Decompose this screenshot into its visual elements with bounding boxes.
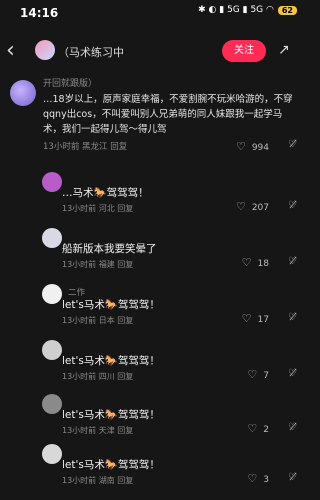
like-button[interactable]: 17 [242,312,269,325]
reply-meta[interactable]: 13小时前 天津 回复 [62,425,133,436]
status-icons: ✱ ◐ ▮ 5G ▮ 5G ◠ 62 [198,5,297,15]
reply-text: let's马术🐎驾驾驾！ [62,299,160,311]
reply-item: …马术🐎驾驾驾！ 13小时前 河北 回复 207 ♡̸ [42,170,307,228]
dislike-icon[interactable]: ♡̸ [288,312,297,323]
reply-text: let's马术🐎驾驾驾！ [62,459,160,471]
like-button[interactable]: 994 [236,140,269,153]
dislike-icon[interactable]: ♡̸ [288,368,297,379]
like-count: 994 [251,143,269,153]
like-button[interactable]: 2 [247,422,269,435]
dislike-icon[interactable]: ♡̸ [288,139,297,150]
like-count: 2 [263,425,269,435]
comment-text: …18岁以上，原声家庭幸福，不爱割腕不玩米哈游的，不穿qqny出cos，不叫爱叫… [43,94,293,135]
reply-text: …马术🐎驾驾驾！ [62,187,149,199]
reply-meta[interactable]: 13小时前 福建 回复 [62,259,133,270]
like-button[interactable]: 7 [247,368,269,381]
reply-meta[interactable]: 13小时前 湖南 回复 [62,475,133,486]
like-count: 207 [251,203,269,213]
comment-author[interactable]: 开回就跟版） [43,76,97,89]
reply-meta[interactable]: 13小时前 日本 回复 [62,315,133,326]
avatar[interactable] [10,80,36,106]
status-time: 14:16 [20,6,59,20]
share-icon[interactable]: ↗ [278,42,290,58]
like-button[interactable]: 18 [242,256,269,269]
like-count: 7 [263,371,269,381]
avatar[interactable] [42,172,62,192]
dislike-icon[interactable]: ♡̸ [288,422,297,433]
like-count: 18 [257,259,269,269]
reply-text: let's马术🐎驾驾驾！ [62,355,160,367]
like-count: 17 [257,315,269,325]
like-button[interactable]: 3 [247,472,269,485]
avatar[interactable] [42,340,62,360]
reply-item: let's马术🐎驾驾驾！ 13小时前 四川 回复 7 ♡̸ [42,338,307,396]
reply-item: 二作 let's马术🐎驾驾驾！ 13小时前 日本 回复 17 ♡̸ [42,282,307,340]
reply-item: 船新版本我要笑晕了 13小时前 福建 回复 18 ♡̸ [42,226,307,284]
battery-icon: 62 [277,5,297,15]
dislike-icon[interactable]: ♡̸ [288,200,297,211]
avatar[interactable] [42,228,62,248]
reply-text: let's马术🐎驾驾驾！ [62,409,160,421]
reply-meta[interactable]: 13小时前 河北 回复 [62,203,133,214]
reply-item: let's马术🐎驾驾驾！ 13小时前 湖南 回复 3 ♡̸ [42,442,307,500]
reply-meta[interactable]: 13小时前 四川 回复 [62,371,133,382]
reply-text: 船新版本我要笑晕了 [62,243,157,255]
avatar[interactable] [42,284,62,304]
follow-button[interactable]: 关注 [222,40,266,62]
dislike-icon[interactable]: ♡̸ [288,472,297,483]
dislike-icon[interactable]: ♡̸ [288,256,297,267]
like-button[interactable]: 207 [236,200,269,213]
avatar[interactable] [42,394,62,414]
comment-header: ‹ （马术练习中 关注 ↗ [0,30,307,70]
like-count: 3 [263,475,269,485]
signal-icons: ✱ ◐ ▮ 5G ▮ 5G ◠ [198,5,274,15]
comment-meta[interactable]: 13小时前 黑龙江 回复 [43,140,127,152]
status-bar: 14:16 ✱ ◐ ▮ 5G ▮ 5G ◠ 62 [0,0,307,26]
avatar[interactable] [42,444,62,464]
avatar[interactable] [35,40,55,60]
author-nickname[interactable]: （马术练习中 [58,44,124,60]
back-icon[interactable]: ‹ [6,38,15,63]
